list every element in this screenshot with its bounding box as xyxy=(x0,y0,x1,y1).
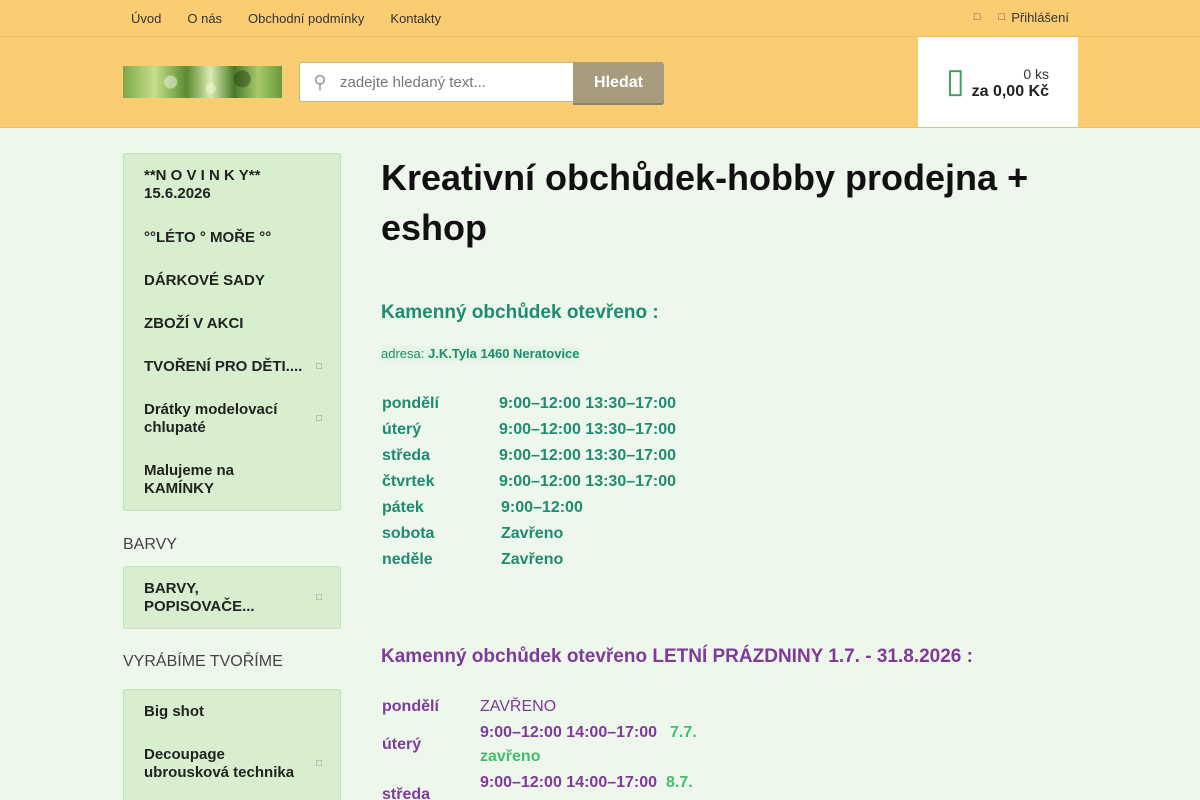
schedule-time: 9:00–12:00 13:30–17:00 xyxy=(499,447,677,464)
site-logo[interactable] xyxy=(123,66,282,98)
nav-obchodni-podminky[interactable]: Obchodní podmínky xyxy=(248,11,364,26)
nav-uvod[interactable]: Úvod xyxy=(131,11,161,26)
schedule-time: Zavřeno xyxy=(501,551,564,568)
menu-item-label: Malujeme na KAMÍNKY xyxy=(144,461,235,497)
cart-widget[interactable]: ▯ 0 ks za 0,00 Kč xyxy=(918,37,1078,127)
summer-hours-heading: Kamenný obchůdek otevřeno LETNÍ PRÁZDNIN… xyxy=(381,646,973,667)
schedule-time: 9:00–12:00 14:00–17:00 xyxy=(480,724,658,741)
menu-item-label: DÁRKOVÉ SADY xyxy=(144,272,265,289)
schedule-day: středa xyxy=(382,786,431,800)
schedule-time: 9:00–12:00 14:00–17:00 xyxy=(480,774,658,791)
menu-item-darkove-sady[interactable]: DÁRKOVÉ SADY xyxy=(124,259,340,302)
schedule-day: sobota xyxy=(382,525,435,542)
store-address: adresa: J.K.Tyla 1460 Neratovice xyxy=(381,346,580,361)
schedule-day: úterý xyxy=(382,736,422,753)
cart-icon: ▯ xyxy=(946,62,965,100)
menu-item-leto-more[interactable]: °°LÉTO ° MOŘE °° xyxy=(124,216,340,259)
store-hours-heading: Kamenný obchůdek otevřeno : xyxy=(381,302,659,323)
menu-item-label: Big shot xyxy=(144,703,204,720)
main-content: Kreativní obchůdek-hobby prodejna + esho… xyxy=(381,153,1081,800)
schedule-day: čtvrtek xyxy=(382,473,435,490)
sidebar-heading-barvy: BARVY xyxy=(123,536,177,553)
chevron-right-icon: □ xyxy=(315,412,322,424)
search-box: ⚲ xyxy=(299,62,573,102)
schedule-time: 9:00–12:00 13:30–17:00 xyxy=(499,395,677,412)
schedule-time: 9:00–12:00 13:30–17:00 xyxy=(499,421,677,438)
page-title: Kreativní obchůdek-hobby prodejna + esho… xyxy=(381,157,1029,248)
schedule-day: úterý xyxy=(382,421,422,438)
menu-item-decoupage[interactable]: Decoupage ubrousková technika □ xyxy=(124,733,340,794)
sidebar-heading-vyrabime: VYRÁBÍME TVOŘÍME xyxy=(123,653,283,670)
chevron-right-icon: □ xyxy=(315,361,322,372)
schedule-time: Zavřeno xyxy=(501,525,564,542)
nav-o-nas[interactable]: O nás xyxy=(187,11,222,26)
sidebar: **N O V I N K Y** 15.6.2026 °°LÉTO ° MOŘ… xyxy=(123,153,341,800)
header: ⚲ Hledat ▯ 0 ks za 0,00 Kč xyxy=(0,37,1200,128)
menu-item-label: **N O V I N K Y** 15.6.2026 xyxy=(144,167,261,202)
cart-quantity: 0 ks xyxy=(1023,66,1049,82)
chevron-right-icon: □ xyxy=(315,757,322,769)
menu-item-label: Drátky modelovací chlupaté xyxy=(144,400,278,436)
schedule-time: 9:00–12:00 13:30–17:00 xyxy=(499,473,677,490)
schedule-note: zavřeno xyxy=(480,748,541,765)
top-bar: Úvod O nás Obchodní podmínky Kontakty □ … xyxy=(0,0,1200,37)
schedule-note: 7.7. xyxy=(670,724,697,741)
chevron-right-icon: □ xyxy=(315,591,322,603)
menu-item-label: BARVY, POPISOVAČE... xyxy=(144,579,255,615)
menu-item-novinky[interactable]: **N O V I N K Y** 15.6.2026 xyxy=(124,154,340,216)
menu-item-big-shot[interactable]: Big shot xyxy=(124,690,340,733)
menu-item-more[interactable] xyxy=(124,794,340,800)
address-value: J.K.Tyla 1460 Neratovice xyxy=(428,346,580,361)
menu-item-label: ZBOŽÍ V AKCI xyxy=(144,315,244,332)
schedule-note: 8.7. xyxy=(666,774,693,791)
schedule-day: pátek xyxy=(382,499,424,516)
menu-item-label: Decoupage ubrousková technika xyxy=(144,745,295,781)
top-nav: Úvod O nás Obchodní podmínky Kontakty xyxy=(131,0,467,36)
menu-item-barvy-popisovace[interactable]: BARVY, POPISOVAČE... □ xyxy=(124,567,340,628)
search-input[interactable] xyxy=(340,73,560,91)
schedule-day: neděle xyxy=(382,551,433,568)
menu-item-label: TVOŘENÍ PRO DĚTI.... xyxy=(144,358,303,375)
category-menu: **N O V I N K Y** 15.6.2026 °°LÉTO ° MOŘ… xyxy=(123,153,341,511)
menu-item-zbozi-v-akci[interactable]: ZBOŽÍ V AKCI xyxy=(124,302,340,345)
search-icon: ⚲ xyxy=(313,71,327,92)
nav-kontakty[interactable]: Kontakty xyxy=(390,11,441,26)
schedule-time: 9:00–12:00 xyxy=(501,499,583,516)
schedule-day: pondělí xyxy=(382,698,439,715)
search-icon[interactable]: □ xyxy=(974,11,981,23)
menu-item-malujeme-na-kaminky[interactable]: Malujeme na KAMÍNKY xyxy=(124,449,340,510)
vyrabime-menu: Big shot Decoupage ubrousková technika □ xyxy=(123,689,341,800)
schedule-day: pondělí xyxy=(382,395,439,412)
address-label: adresa: xyxy=(381,346,425,361)
login-link[interactable]: Přihlášení xyxy=(1011,10,1069,25)
schedule-time: ZAVŘENO xyxy=(480,698,557,715)
top-right: □ □ Přihlášení xyxy=(974,0,1069,34)
barvy-menu: BARVY, POPISOVAČE... □ xyxy=(123,566,341,629)
menu-item-tvoreni-pro-deti[interactable]: TVOŘENÍ PRO DĚTI.... □ xyxy=(124,345,340,388)
menu-item-dratky[interactable]: Drátky modelovací chlupaté □ xyxy=(124,388,340,449)
menu-item-label: °°LÉTO ° MOŘE °° xyxy=(144,229,272,246)
cart-price: za 0,00 Kč xyxy=(971,83,1049,100)
user-icon: □ xyxy=(998,11,1006,23)
schedule-day: středa xyxy=(382,447,431,464)
search-button[interactable]: Hledat xyxy=(573,62,664,103)
